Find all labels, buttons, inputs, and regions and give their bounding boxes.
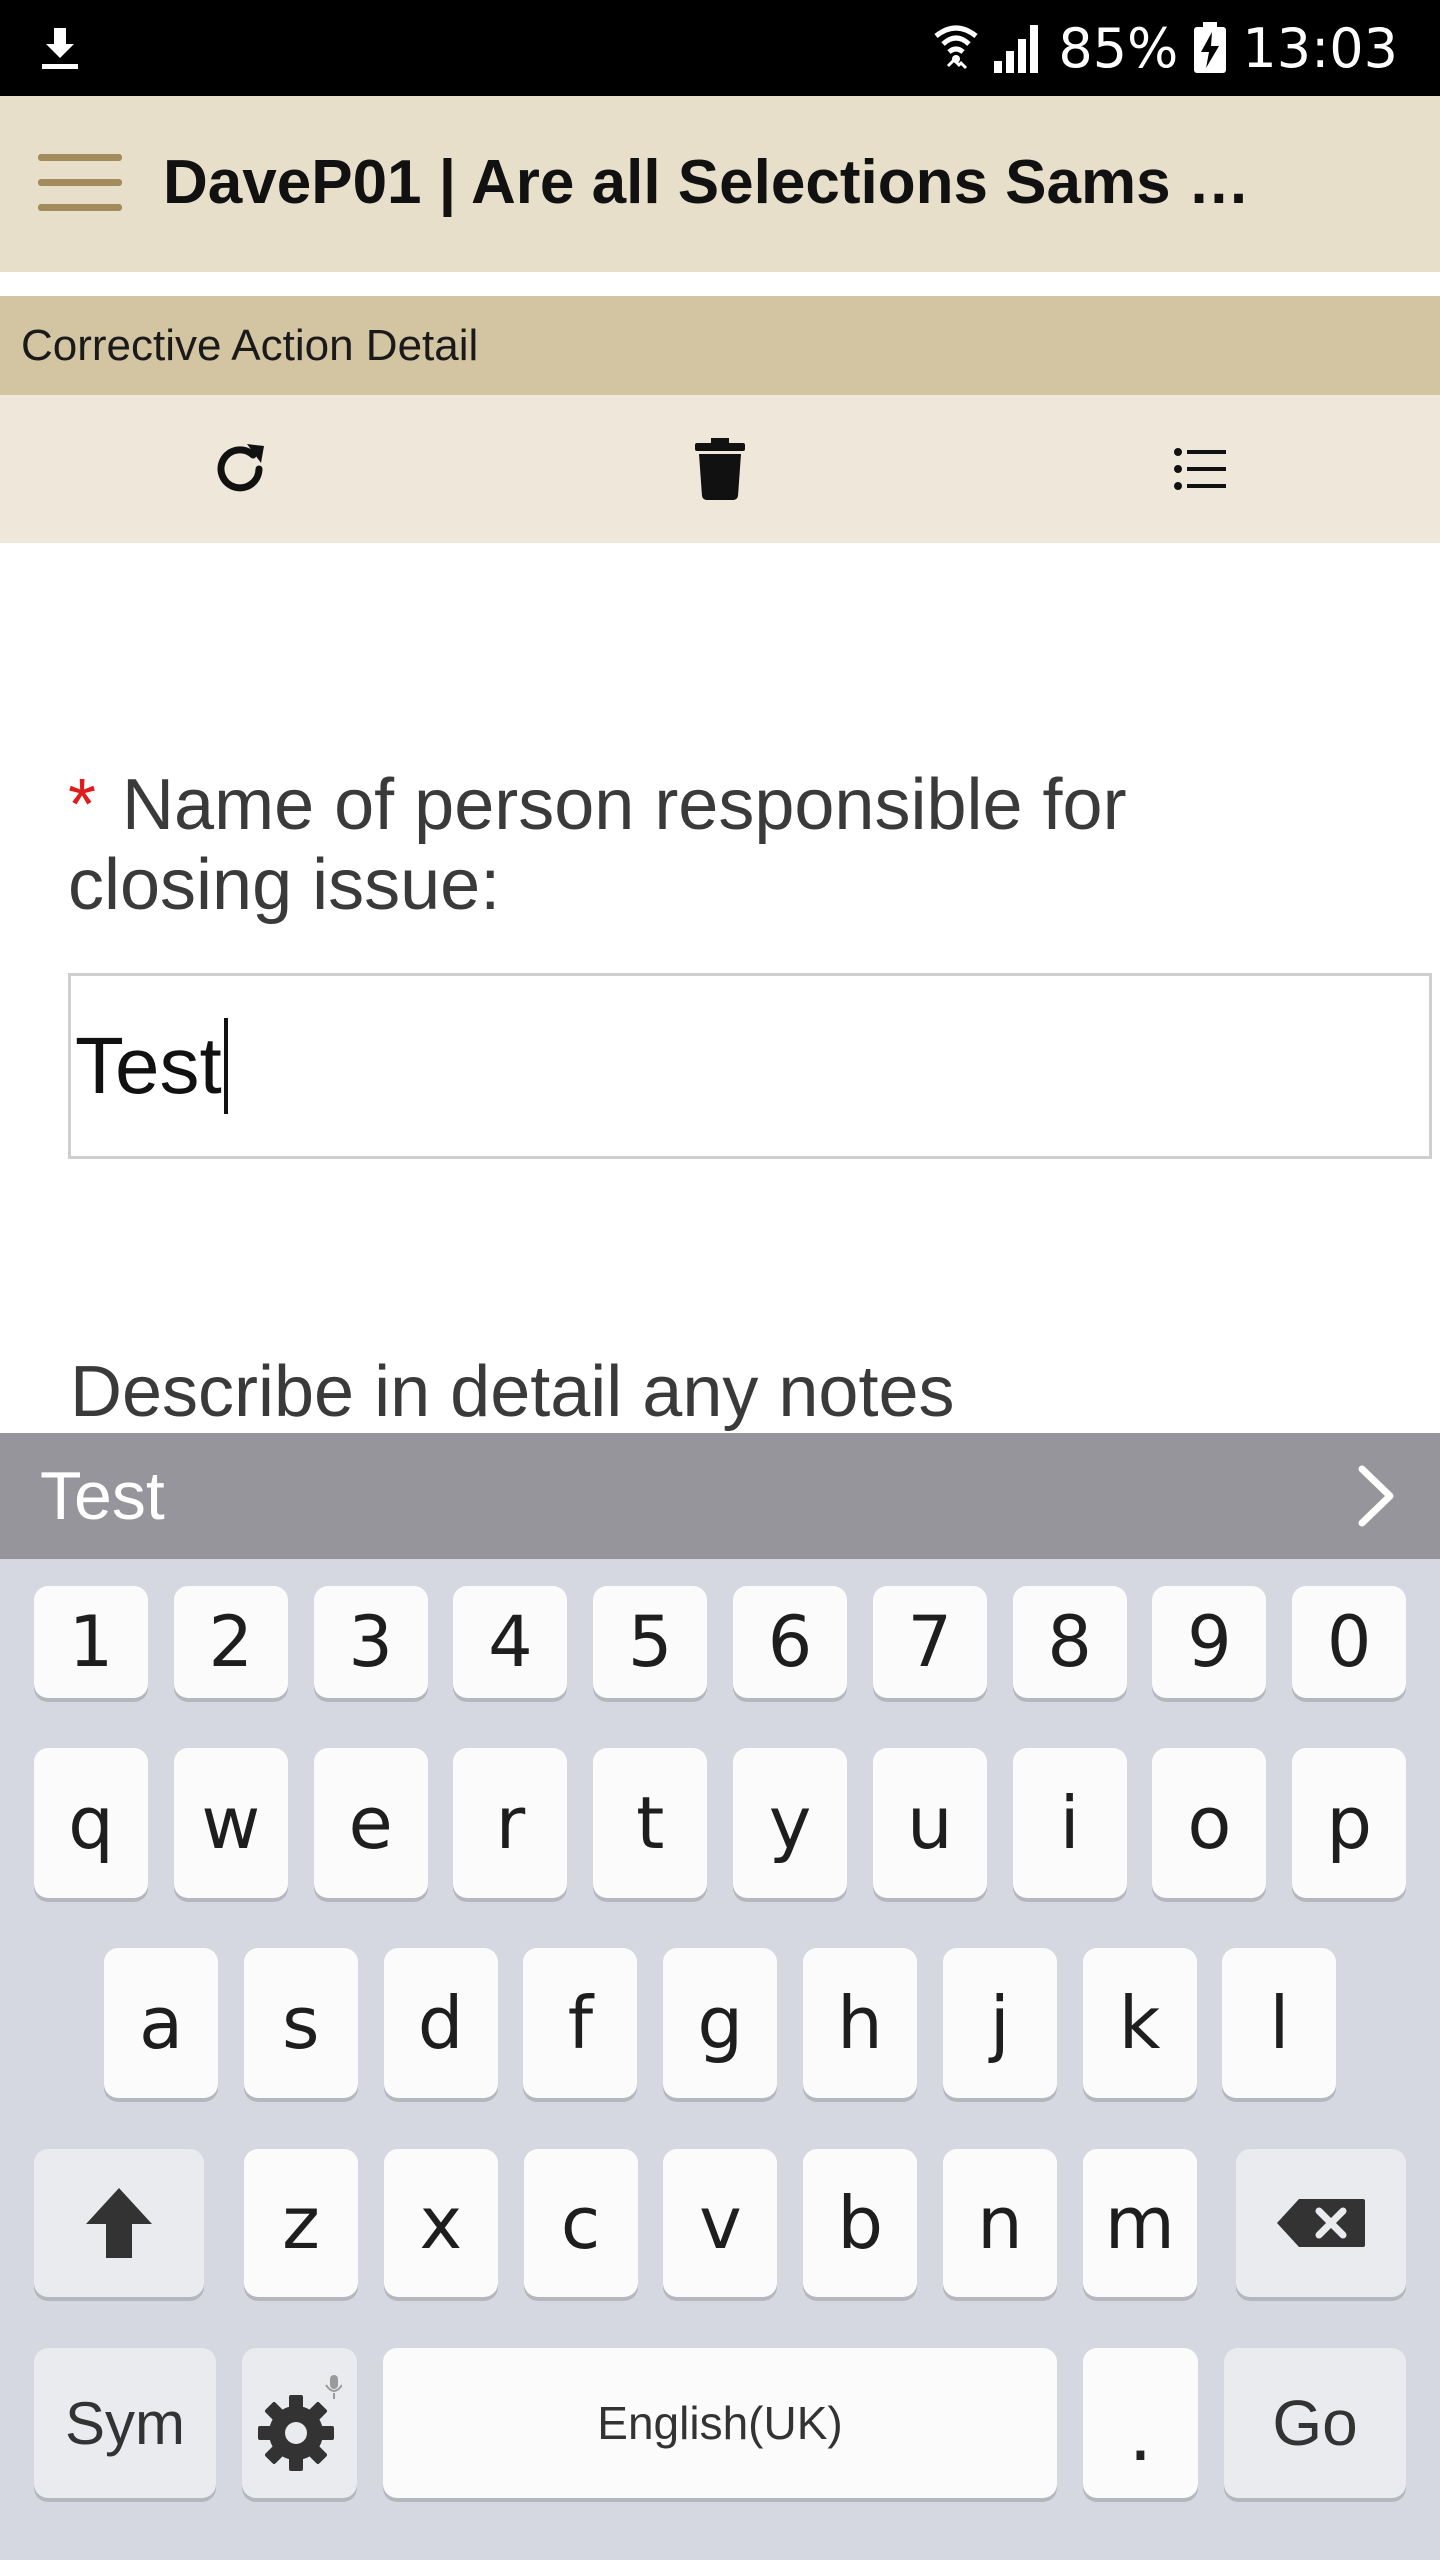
suggestion-word[interactable]: Test (40, 1433, 165, 1559)
responsible-label-text: Name of person responsible for closing i… (68, 765, 1127, 925)
hamburger-menu-icon[interactable] (38, 154, 122, 214)
key-f[interactable]: f (523, 1948, 638, 2098)
chevron-right-icon[interactable] (1346, 1463, 1406, 1529)
key-l[interactable]: l (1222, 1948, 1337, 2098)
battery-percent: 85% (1058, 16, 1179, 80)
notes-field-label: Describe in detail any notes (70, 1352, 955, 1432)
key-j[interactable]: j (942, 1948, 1057, 2098)
period-key[interactable]: . (1083, 2348, 1198, 2498)
key-0[interactable]: 0 (1292, 1586, 1407, 1698)
gear-icon (257, 2375, 342, 2471)
key-z[interactable]: z (244, 2149, 358, 2297)
key-3[interactable]: 3 (313, 1586, 428, 1698)
key-p[interactable]: p (1292, 1748, 1407, 1898)
key-d[interactable]: d (383, 1948, 498, 2098)
key-m[interactable]: m (1082, 2149, 1197, 2297)
required-marker: * (68, 765, 97, 845)
key-a[interactable]: a (104, 1948, 218, 2098)
action-toolbar (0, 395, 1440, 543)
key-8[interactable]: 8 (1012, 1586, 1127, 1698)
key-i[interactable]: i (1012, 1748, 1127, 1898)
key-1[interactable]: 1 (34, 1586, 148, 1698)
symbols-key-label: Sym (65, 2389, 185, 2457)
text-caret (223, 1017, 228, 1114)
go-key-label: Go (1272, 2387, 1358, 2459)
delete-button[interactable] (640, 395, 800, 543)
key-k[interactable]: k (1082, 1948, 1197, 2098)
app-bar: DaveP01 | Are all Selections Sams … (0, 96, 1440, 272)
period-key-label: . (1128, 2388, 1153, 2478)
shift-arrow-icon (86, 2188, 152, 2258)
section-header: Corrective Action Detail (0, 296, 1440, 395)
go-key[interactable]: Go (1224, 2348, 1406, 2498)
status-right-group: 85% 13:03 (934, 0, 1398, 96)
key-6[interactable]: 6 (733, 1586, 847, 1698)
key-h[interactable]: h (803, 1948, 917, 2098)
key-5[interactable]: 5 (593, 1586, 708, 1698)
responsible-name-input[interactable]: Test (68, 973, 1432, 1159)
responsible-name-value: Test (75, 1021, 222, 1110)
status-bar: 85% 13:03 (0, 0, 1440, 96)
space-key-label: English(UK) (597, 2397, 843, 2449)
key-4[interactable]: 4 (453, 1586, 568, 1698)
responsible-field-label: * Name of person responsible for closing… (68, 765, 1368, 925)
backspace-icon (1277, 2199, 1365, 2247)
key-o[interactable]: o (1152, 1748, 1267, 1898)
section-title: Corrective Action Detail (21, 321, 479, 370)
download-icon (42, 28, 78, 69)
trash-icon (695, 438, 745, 500)
key-w[interactable]: w (173, 1748, 288, 1898)
list-view-button[interactable] (1120, 395, 1280, 543)
space-key[interactable]: English(UK) (383, 2348, 1057, 2498)
key-7[interactable]: 7 (872, 1586, 987, 1698)
key-t[interactable]: t (593, 1748, 708, 1898)
refresh-button[interactable] (160, 395, 320, 543)
key-y[interactable]: y (733, 1748, 847, 1898)
soft-keyboard: 1234567890 qwertyuiop asdfghjkl zxcvbnm … (0, 1559, 1440, 2560)
key-q[interactable]: q (34, 1748, 148, 1898)
keyboard-suggestion-bar: Test (0, 1433, 1440, 1559)
mic-icon (324, 2375, 342, 2399)
page-title: DaveP01 | Are all Selections Sams … (163, 148, 1250, 217)
keyboard-settings-key[interactable] (242, 2348, 357, 2498)
key-b[interactable]: b (803, 2149, 918, 2297)
symbols-key[interactable]: Sym (34, 2348, 216, 2498)
key-2[interactable]: 2 (173, 1586, 288, 1698)
battery-charging-icon (1194, 22, 1227, 73)
key-9[interactable]: 9 (1152, 1586, 1267, 1698)
wifi-icon (934, 25, 978, 70)
form-area: * Name of person responsible for closing… (0, 543, 1440, 1433)
key-g[interactable]: g (663, 1948, 778, 2098)
status-time: 13:03 (1242, 16, 1398, 80)
signal-icon (994, 25, 1039, 73)
key-r[interactable]: r (453, 1748, 568, 1898)
shift-key[interactable] (34, 2149, 204, 2297)
key-x[interactable]: x (383, 2149, 498, 2297)
key-s[interactable]: s (243, 1948, 358, 2098)
backspace-key[interactable] (1236, 2149, 1406, 2297)
key-c[interactable]: c (523, 2149, 638, 2297)
key-n[interactable]: n (943, 2149, 1057, 2297)
key-u[interactable]: u (872, 1748, 987, 1898)
key-e[interactable]: e (313, 1748, 428, 1898)
refresh-icon (217, 444, 264, 492)
list-icon (1174, 448, 1226, 490)
key-v[interactable]: v (663, 2149, 778, 2297)
